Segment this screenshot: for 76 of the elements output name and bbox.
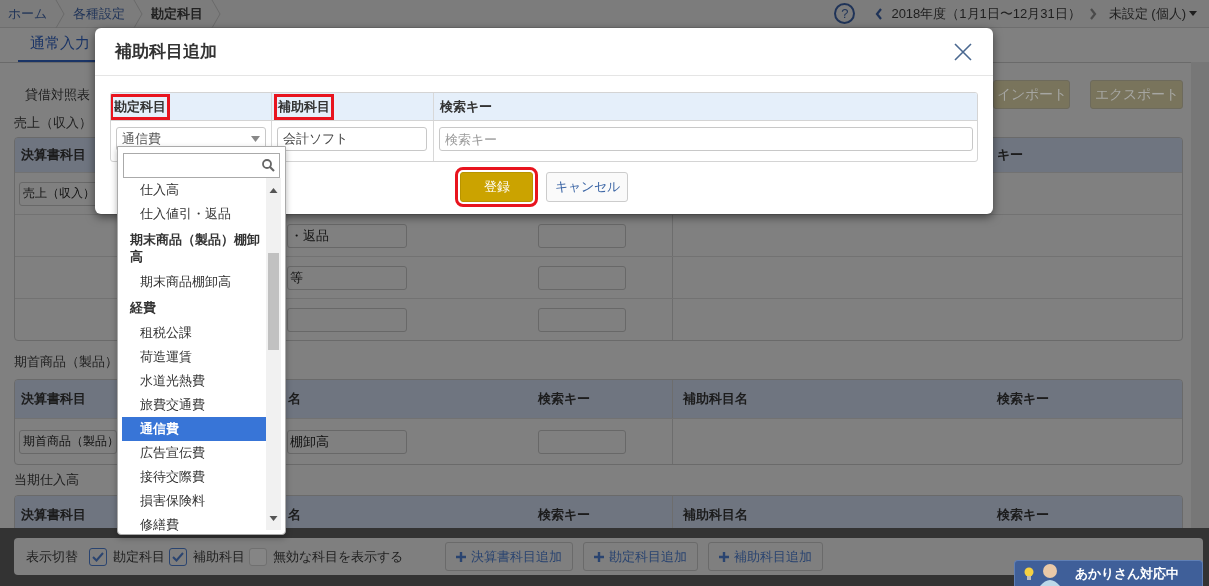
column-header: 検索キー (536, 505, 590, 524)
cancel-button[interactable]: キャンセル (546, 172, 628, 202)
column-header: 名 (287, 505, 301, 524)
column-header: 決算書科目 (20, 146, 86, 164)
check-icon (92, 551, 104, 562)
chevron-right-icon[interactable] (1088, 7, 1097, 20)
dropdown-option[interactable]: 修繕費 (122, 513, 266, 534)
text-field[interactable] (538, 265, 626, 290)
column-header: 検索キー (536, 390, 590, 408)
dropdown-option[interactable]: 期末商品棚卸高 (122, 270, 266, 294)
dropdown-option[interactable]: 通信費 (122, 417, 266, 441)
plus-icon (719, 551, 729, 562)
column-header: 勘定科目 (113, 96, 167, 117)
dropdown-option[interactable]: 損害保険料 (122, 489, 266, 513)
text-field[interactable] (538, 223, 626, 248)
checkbox-label: 補助科目 (193, 547, 245, 566)
dropdown-option[interactable]: 仕入値引・返品 (122, 202, 266, 226)
group-label: 経費 (128, 299, 157, 317)
checkbox-label: 勘定科目 (113, 547, 165, 566)
dropdown-option[interactable]: 仕入高 (122, 178, 266, 202)
text-field[interactable]: 会計ソフト (277, 127, 427, 151)
caret-icon (251, 136, 260, 142)
column-header: 検索キー (439, 97, 493, 116)
column-header: 検索キー (995, 505, 1049, 524)
checkbox-label: 無効な科目を表示する (273, 547, 403, 566)
dropdown-option[interactable]: 水道光熱費 (122, 369, 266, 393)
plus-icon (594, 551, 604, 562)
toolbar-label: 表示切替 (26, 547, 78, 566)
checkbox[interactable] (89, 547, 107, 566)
add-button[interactable]: 補助科目追加 (708, 542, 823, 571)
breadcrumb-link[interactable]: 各種設定 (73, 4, 125, 23)
checkbox[interactable] (169, 547, 187, 566)
lightbulb-icon (1023, 565, 1035, 582)
section-title: 当期仕入高 (14, 471, 79, 489)
help-button[interactable]: ? (834, 3, 856, 24)
user-menu[interactable]: 未設定 (個人) (1108, 4, 1197, 23)
breadcrumb-link[interactable]: ホーム (8, 4, 47, 23)
text-field[interactable] (538, 429, 626, 454)
column-header: 補助科目名 (682, 505, 748, 524)
close-icon[interactable] (953, 41, 973, 62)
text-field[interactable] (287, 307, 407, 332)
plus-icon (456, 551, 466, 562)
column-header: キー (996, 146, 1023, 164)
column-header: 名 (287, 390, 301, 408)
text-field[interactable] (538, 307, 626, 332)
column-header: 決算書科目 (20, 505, 86, 524)
avatar-icon (1039, 561, 1061, 586)
search-icon (262, 159, 275, 172)
group-label: 期末商品（製品）棚卸高 (129, 231, 261, 266)
text-field[interactable]: ・返品 (287, 223, 407, 248)
add-button[interactable]: 決算書科目追加 (445, 542, 573, 571)
check-icon (172, 551, 184, 562)
dropdown-option[interactable]: 租税公課 (122, 321, 266, 345)
add-button[interactable]: 勘定科目追加 (583, 542, 698, 571)
text-field[interactable]: 検索キー (439, 127, 973, 151)
search-field[interactable] (123, 153, 280, 178)
column-header: 補助科目名 (682, 390, 748, 408)
breadcrumb-link[interactable]: 勘定科目 (151, 4, 203, 23)
column-header: 決算書科目 (20, 390, 86, 408)
sub-tab[interactable]: 貸借対照表 (14, 85, 90, 104)
dialog-title: 補助科目追加 (115, 41, 217, 63)
dropdown-option[interactable]: 広告宣伝費 (122, 441, 266, 465)
dropdown-option[interactable]: 接待交際費 (122, 465, 266, 489)
text-field[interactable]: 等 (287, 265, 407, 290)
text-field[interactable]: 棚卸高 (287, 429, 407, 454)
fiscal-year-label: 2018年度（1月1日〜12月31日） (891, 4, 1081, 23)
dropdown-option[interactable]: 旅費交通費 (122, 393, 266, 417)
chevron-left-icon[interactable] (875, 7, 884, 20)
section-title: 期首商品（製品） (14, 353, 118, 371)
dropdown-option[interactable]: 荷造運賃 (122, 345, 266, 369)
caret-icon (1189, 11, 1197, 16)
column-header: 検索キー (995, 390, 1049, 408)
text-field[interactable]: 期首商品（製品） (19, 429, 117, 454)
section-title: 売上（収入） (14, 114, 92, 132)
column-header: 補助科目 (277, 96, 331, 117)
chat-badge[interactable]: あかりさん対応中 (1014, 560, 1203, 586)
